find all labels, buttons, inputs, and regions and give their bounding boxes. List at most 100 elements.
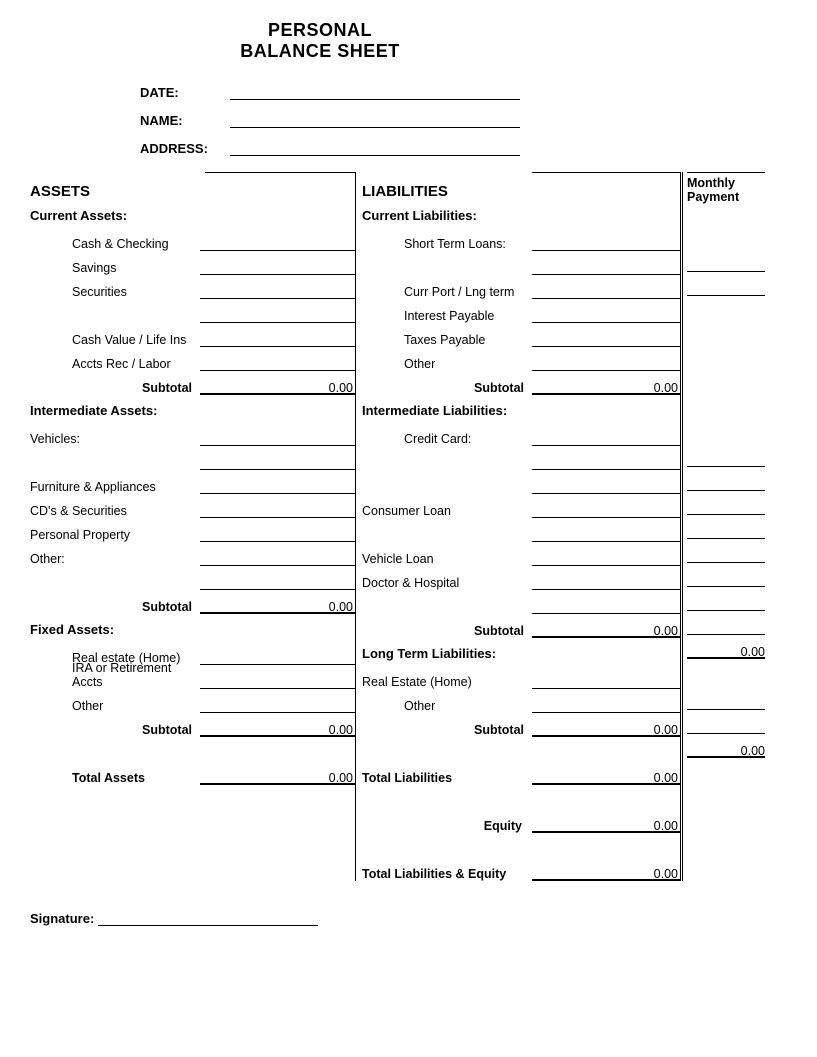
other-int-label: Other: — [30, 552, 200, 566]
savings-label: Savings — [30, 261, 200, 275]
interest-payable-value[interactable] — [532, 309, 680, 323]
fixed-assets-head: Fixed Assets: — [30, 622, 355, 637]
total-liab: 0.00 — [532, 771, 680, 785]
intermediate-liab-head: Intermediate Liabilities: — [362, 403, 680, 418]
mp-consumer-1[interactable] — [687, 525, 765, 539]
vehicles-label: Vehicles: — [30, 432, 200, 446]
address-input-line[interactable] — [230, 142, 520, 156]
short-term-loans-value[interactable] — [532, 237, 680, 251]
cash-value-life-label: Cash Value / Life Ins — [30, 333, 200, 347]
current-liab-subtotal: 0.00 — [532, 381, 680, 395]
taxes-payable-label: Taxes Payable — [362, 333, 532, 347]
current-liab-subtotal-label: Subtotal — [362, 381, 532, 395]
cash-checking-label: Cash & Checking — [30, 237, 200, 251]
accts-rec-label: Accts Rec / Labor — [30, 357, 200, 371]
equity-value: 0.00 — [532, 819, 680, 833]
accts-rec-value[interactable] — [200, 357, 355, 371]
mp-credit-1[interactable] — [687, 453, 765, 467]
monthly-payment-heading: MonthlyPayment — [687, 177, 765, 205]
equity-label: Equity — [362, 819, 532, 833]
lt-other-label: Other — [362, 699, 532, 713]
vehicles-value-2[interactable] — [200, 456, 355, 470]
personal-prop-label: Personal Property — [30, 528, 200, 542]
cds-label: CD's & Securities — [30, 504, 200, 518]
other-fixed-label: Other — [30, 699, 200, 713]
mp-lt-other[interactable] — [687, 720, 765, 734]
name-input-line[interactable] — [230, 114, 520, 128]
consumer-loan-value-2[interactable] — [532, 528, 680, 542]
title-line-1: PERSONAL — [170, 20, 470, 41]
mp-int-blank[interactable] — [687, 621, 765, 635]
other-curr-liab-label: Other — [362, 357, 532, 371]
blank-asset-value-1[interactable] — [200, 309, 355, 323]
mp-credit-2[interactable] — [687, 477, 765, 491]
title-line-2: BALANCE SHEET — [170, 41, 470, 62]
address-label: ADDRESS: — [140, 141, 230, 156]
mp-lt-subtotal: 0.00 — [687, 744, 765, 758]
date-input-line[interactable] — [230, 86, 520, 100]
other-curr-liab-value[interactable] — [532, 357, 680, 371]
mp-credit-3[interactable] — [687, 501, 765, 515]
mp-vehicle[interactable] — [687, 573, 765, 587]
vehicle-loan-value[interactable] — [532, 552, 680, 566]
fixed-subtotal-label: Subtotal — [30, 723, 200, 737]
curr-port-value[interactable] — [532, 285, 680, 299]
liabilities-heading: LIABILITIES — [362, 183, 680, 200]
date-label: DATE: — [140, 85, 230, 100]
monthly-payment-column: MonthlyPayment x x 0.00 x 0.00 — [680, 172, 765, 881]
lt-other-value[interactable] — [532, 699, 680, 713]
current-liab-head: Current Liabilities: — [362, 208, 680, 223]
credit-card-label: Credit Card: — [362, 432, 532, 446]
assets-column: ASSETS Current Assets: Cash & Checking S… — [30, 172, 355, 881]
cds-value[interactable] — [200, 504, 355, 518]
other-int-value[interactable] — [200, 552, 355, 566]
personal-prop-value[interactable] — [200, 528, 355, 542]
longterm-liab-head: Long Term Liabilities: — [362, 646, 680, 661]
total-liab-label: Total Liabilities — [362, 771, 532, 785]
document-title: PERSONAL BALANCE SHEET — [170, 20, 470, 62]
mp-lt-real-estate[interactable] — [687, 696, 765, 710]
short-term-loans-label: Short Term Loans: — [362, 237, 532, 251]
cash-checking-value[interactable] — [200, 237, 355, 251]
savings-value[interactable] — [200, 261, 355, 275]
credit-card-value-1[interactable] — [532, 432, 680, 446]
consumer-loan-value[interactable] — [532, 504, 680, 518]
tle-label: Total Liabilities & Equity — [362, 867, 532, 881]
current-assets-subtotal: 0.00 — [200, 381, 355, 395]
short-term-loans-value-2[interactable] — [532, 261, 680, 275]
assets-heading: ASSETS — [30, 183, 355, 200]
vehicles-value-1[interactable] — [200, 432, 355, 446]
current-assets-subtotal-label: Subtotal — [30, 381, 200, 395]
interest-payable-label: Interest Payable — [362, 309, 532, 323]
securities-value[interactable] — [200, 285, 355, 299]
current-assets-head: Current Assets: — [30, 208, 355, 223]
mp-doctor[interactable] — [687, 597, 765, 611]
other-fixed-value[interactable] — [200, 699, 355, 713]
doctor-hospital-value[interactable] — [532, 576, 680, 590]
cash-value-life-value[interactable] — [200, 333, 355, 347]
signature-label: Signature: — [30, 911, 94, 926]
int-liab-blank[interactable] — [532, 600, 680, 614]
ira-value[interactable] — [200, 675, 355, 689]
int-liab-subtotal: 0.00 — [532, 624, 680, 638]
credit-card-value-3[interactable] — [532, 480, 680, 494]
header-fields: DATE: NAME: ADDRESS: — [140, 72, 787, 156]
int-assets-subtotal: 0.00 — [200, 600, 355, 614]
ira-label: IRA or Retirement Accts — [30, 661, 200, 689]
furniture-label: Furniture & Appliances — [30, 480, 200, 494]
mp-short-term-1[interactable] — [687, 258, 765, 272]
real-estate-value[interactable] — [200, 651, 355, 665]
name-label: NAME: — [140, 113, 230, 128]
lt-subtotal-label: Subtotal — [362, 723, 532, 737]
furniture-value[interactable] — [200, 480, 355, 494]
signature-line[interactable] — [98, 912, 318, 926]
int-liab-subtotal-label: Subtotal — [362, 624, 532, 638]
vehicle-loan-label: Vehicle Loan — [362, 552, 532, 566]
credit-card-value-2[interactable] — [532, 456, 680, 470]
other-int-value-2[interactable] — [200, 576, 355, 590]
taxes-payable-value[interactable] — [532, 333, 680, 347]
mp-consumer-2[interactable] — [687, 549, 765, 563]
mp-short-term-2[interactable] — [687, 282, 765, 296]
int-assets-subtotal-label: Subtotal — [30, 600, 200, 614]
lt-real-estate-value[interactable] — [532, 675, 680, 689]
